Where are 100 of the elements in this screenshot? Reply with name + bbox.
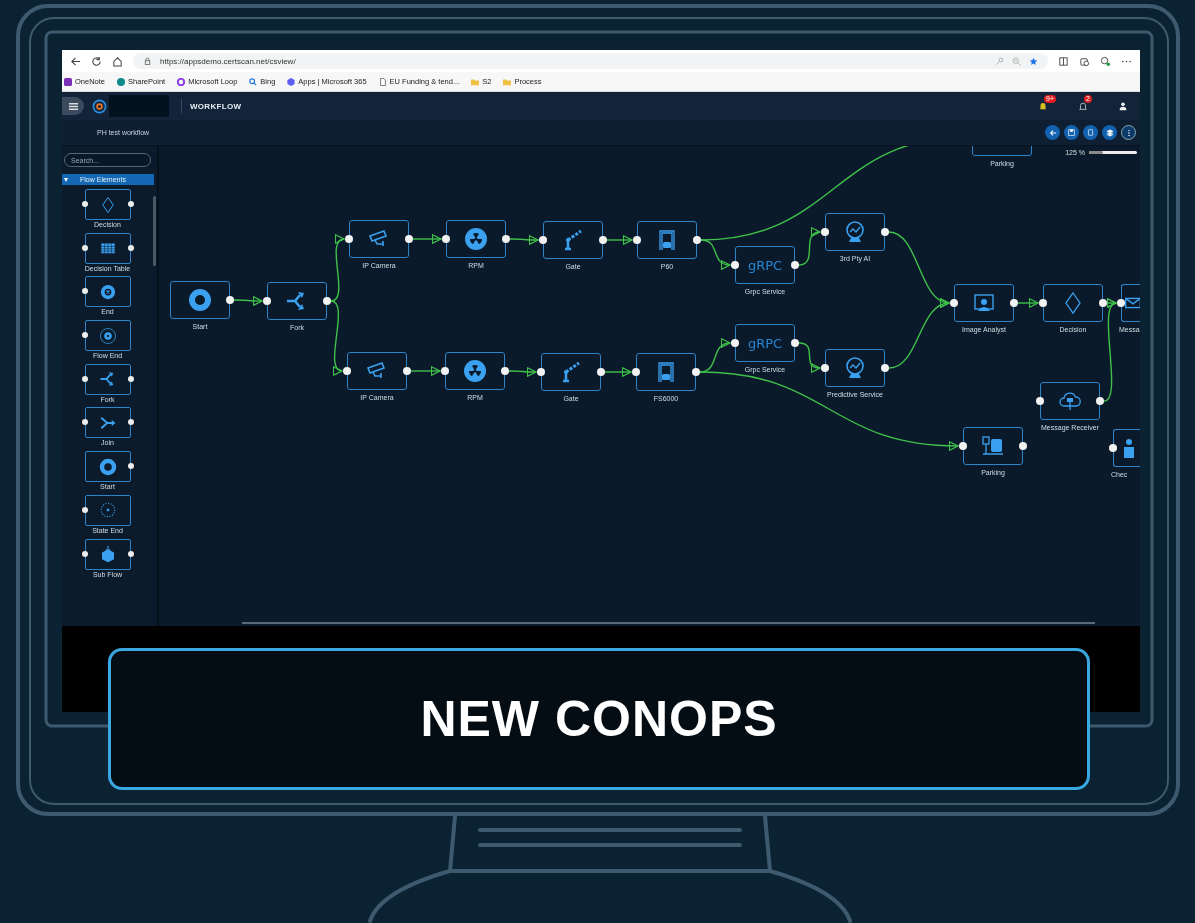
element-tile[interactable]	[84, 494, 131, 526]
connection-port[interactable]	[537, 368, 545, 376]
element-tile[interactable]	[84, 451, 131, 483]
connection-port[interactable]	[1096, 397, 1104, 405]
bell-icon[interactable]	[1078, 101, 1088, 111]
element-tile[interactable]	[84, 189, 131, 220]
connection-port[interactable]	[1117, 299, 1125, 307]
flow-node[interactable]	[543, 221, 603, 259]
flow-node[interactable]	[825, 349, 885, 387]
menu-button[interactable]	[62, 97, 84, 115]
connection-port[interactable]	[731, 339, 739, 347]
connection-port[interactable]	[597, 368, 605, 376]
connection-port[interactable]	[345, 235, 353, 243]
connection-port[interactable]	[731, 261, 739, 269]
connector-line[interactable]	[233, 296, 263, 306]
connection-port[interactable]	[881, 364, 889, 372]
flow-node[interactable]	[1040, 382, 1100, 420]
connection-port[interactable]	[441, 367, 449, 375]
connection-port[interactable]	[599, 236, 607, 244]
connection-port[interactable]	[1010, 299, 1018, 307]
connector-line[interactable]	[410, 366, 441, 376]
star-icon[interactable]	[1029, 56, 1038, 66]
flow-node[interactable]	[347, 352, 407, 390]
element-tile[interactable]	[84, 320, 131, 352]
connection-port[interactable]	[343, 367, 351, 375]
home-icon[interactable]	[112, 55, 123, 67]
connection-port[interactable]	[1019, 442, 1027, 450]
flow-node[interactable]	[1113, 429, 1140, 467]
connector-line[interactable]	[509, 235, 539, 245]
element-tile[interactable]	[84, 232, 131, 264]
connection-port[interactable]	[127, 375, 134, 382]
connection-port[interactable]	[633, 236, 641, 244]
connection-port[interactable]	[127, 550, 134, 557]
connection-port[interactable]	[81, 332, 88, 339]
scrollbar[interactable]	[153, 196, 156, 266]
connection-port[interactable]	[821, 228, 829, 236]
connection-port[interactable]	[539, 236, 547, 244]
connection-port[interactable]	[226, 296, 234, 304]
flow-node[interactable]	[825, 213, 885, 251]
flow-node[interactable]	[1043, 284, 1103, 322]
connector-line[interactable]	[604, 367, 632, 377]
connection-port[interactable]	[632, 368, 640, 376]
bell-icon[interactable]	[1038, 101, 1048, 111]
connection-port[interactable]	[950, 299, 958, 307]
zoom-slider[interactable]	[1089, 151, 1137, 154]
connection-port[interactable]	[1039, 299, 1047, 307]
connection-port[interactable]	[81, 288, 88, 295]
flow-node[interactable]	[446, 220, 506, 258]
connector-line[interactable]	[798, 342, 821, 372]
connector-line[interactable]	[798, 228, 821, 266]
flow-node[interactable]	[541, 353, 601, 391]
element-tile[interactable]	[84, 538, 131, 570]
connector-line[interactable]	[606, 235, 633, 245]
clipboard-button[interactable]	[1083, 125, 1098, 140]
connection-port[interactable]	[81, 244, 88, 251]
connection-port[interactable]	[502, 235, 510, 243]
connector-line[interactable]	[330, 300, 343, 373]
split-screen-icon[interactable]	[1058, 55, 1069, 67]
connection-port[interactable]	[791, 339, 799, 347]
reload-icon[interactable]	[91, 55, 102, 67]
flow-node[interactable]	[267, 282, 327, 320]
layers-button[interactable]	[1102, 125, 1117, 140]
connection-port[interactable]	[959, 442, 967, 450]
connection-port[interactable]	[81, 201, 88, 207]
flow-node[interactable]	[349, 220, 409, 258]
connector-line[interactable]	[508, 367, 537, 377]
extension-icon[interactable]	[1100, 55, 1111, 67]
connection-port[interactable]	[501, 367, 509, 375]
connection-port[interactable]	[127, 419, 134, 426]
connector-line[interactable]	[412, 234, 442, 244]
connection-port[interactable]	[442, 235, 450, 243]
collections-icon[interactable]	[1079, 55, 1090, 67]
connection-port[interactable]	[127, 201, 134, 207]
scrollbar[interactable]	[242, 622, 1095, 624]
back-button[interactable]	[1045, 125, 1060, 140]
element-tile[interactable]	[84, 363, 131, 395]
connection-port[interactable]	[791, 261, 799, 269]
connection-port[interactable]	[127, 244, 134, 251]
flow-node[interactable]	[636, 353, 696, 391]
connection-port[interactable]	[81, 550, 88, 557]
connection-port[interactable]	[263, 297, 271, 305]
connection-port[interactable]	[127, 463, 134, 470]
connector-line[interactable]	[1017, 298, 1039, 308]
connection-port[interactable]	[1036, 397, 1044, 405]
address-field[interactable]: https://appsdemo.certscan.net/csview/	[133, 53, 1048, 69]
back-arrow-icon[interactable]	[70, 55, 81, 67]
connection-port[interactable]	[1109, 444, 1117, 452]
flow-node[interactable]	[445, 352, 505, 390]
connection-port[interactable]	[821, 364, 829, 372]
connection-port[interactable]	[403, 367, 411, 375]
user-icon[interactable]	[1118, 101, 1128, 111]
connector-line[interactable]	[888, 299, 950, 369]
connection-port[interactable]	[81, 375, 88, 382]
flow-node[interactable]: gRPC	[735, 246, 795, 284]
element-tile[interactable]	[84, 276, 131, 308]
element-tile[interactable]	[84, 407, 131, 439]
connection-port[interactable]	[81, 506, 88, 513]
connection-port[interactable]	[81, 419, 88, 426]
flow-node[interactable]	[170, 281, 230, 319]
connector-line[interactable]	[330, 236, 345, 302]
